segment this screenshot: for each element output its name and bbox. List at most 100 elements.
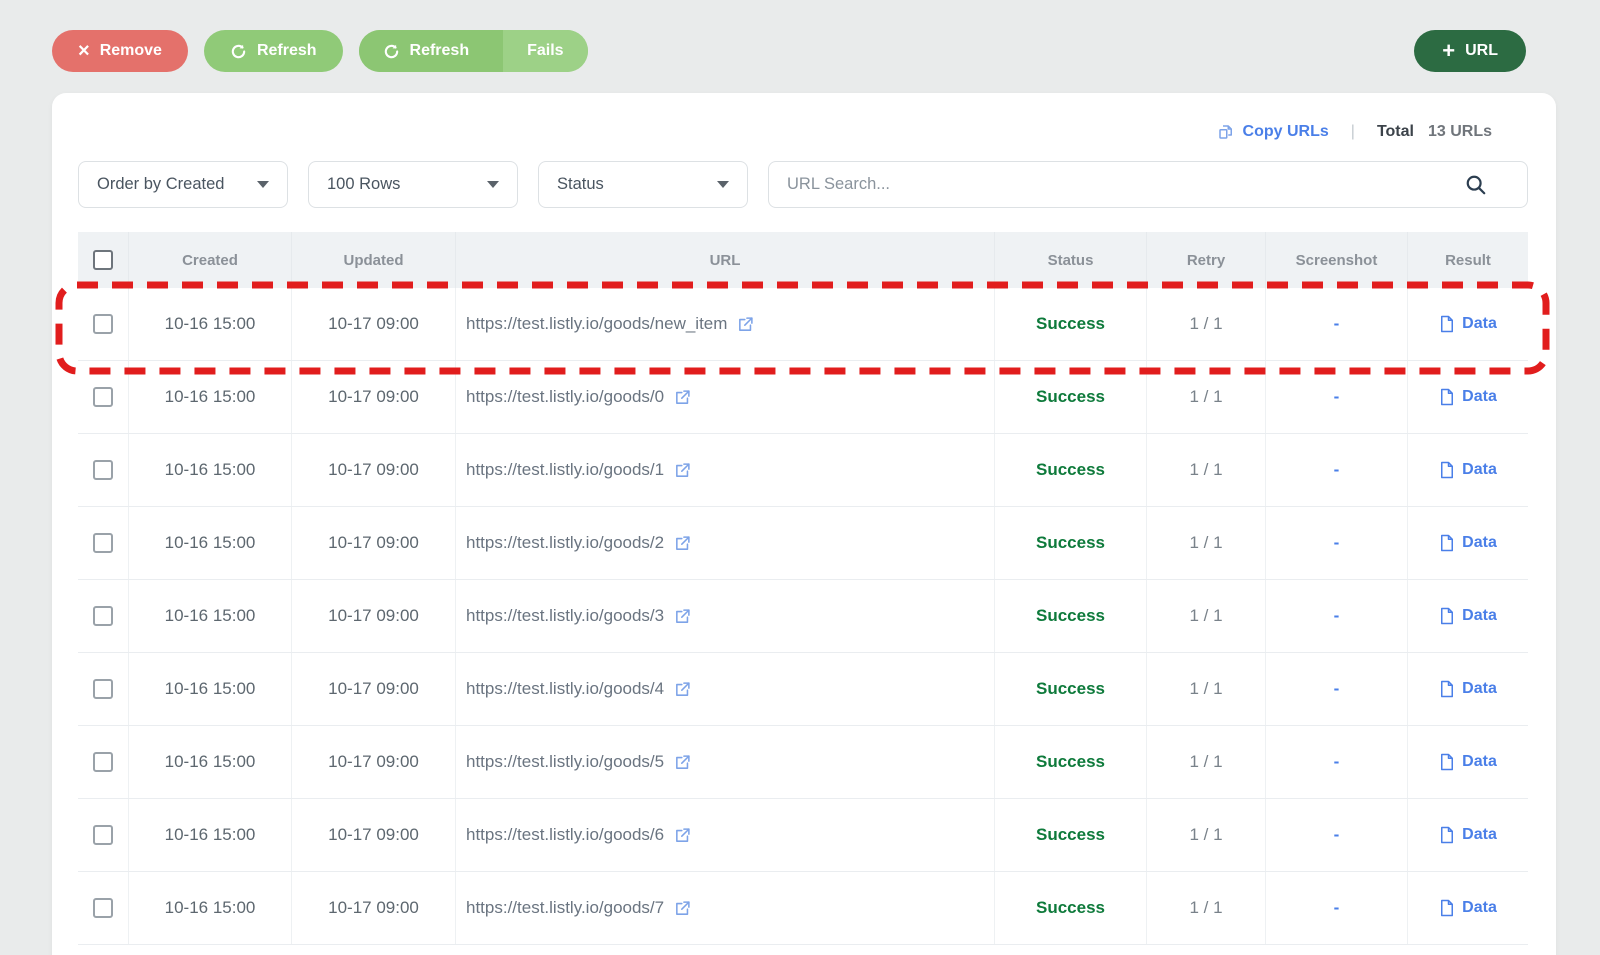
url-text: https://test.listly.io/goods/6: [466, 825, 664, 845]
refresh-fails-refresh-segment[interactable]: Refresh: [359, 30, 494, 72]
cell-status: Success: [995, 361, 1147, 433]
cell-result[interactable]: Data: [1408, 799, 1528, 871]
refresh-fails-button[interactable]: Refresh Fails: [359, 30, 588, 72]
document-icon: [1439, 388, 1455, 406]
cell-screenshot[interactable]: -: [1266, 726, 1408, 798]
result-link-label: Data: [1462, 607, 1497, 625]
refresh-icon: [230, 43, 247, 60]
url-table: Created Updated URL Status Retry Screens…: [78, 232, 1528, 945]
table-row: 10-16 15:00 10-17 09:00 https://test.lis…: [78, 580, 1528, 653]
cell-url: https://test.listly.io/goods/4: [456, 653, 995, 725]
rows-per-page-dropdown-value: 100 Rows: [327, 175, 400, 194]
result-link-label: Data: [1462, 826, 1497, 844]
url-text: https://test.listly.io/goods/5: [466, 752, 664, 772]
table-row: 10-16 15:00 10-17 09:00 https://test.lis…: [78, 361, 1528, 434]
cell-result[interactable]: Data: [1408, 288, 1528, 360]
copy-urls-link[interactable]: Copy URLs: [1217, 123, 1329, 141]
result-link-label: Data: [1462, 753, 1497, 771]
cell-retry: 1 / 1: [1147, 872, 1266, 944]
external-link-icon[interactable]: [737, 316, 754, 333]
cell-created: 10-16 15:00: [129, 872, 292, 944]
url-list-card: Copy URLs | Total 13 URLs Order by Creat…: [52, 93, 1556, 955]
select-all-checkbox[interactable]: [93, 250, 113, 270]
toolbar-left-group: × Remove Refresh Refresh Fails: [52, 30, 588, 72]
table-body: 10-16 15:00 10-17 09:00 https://test.lis…: [78, 288, 1528, 945]
header-select-all: [78, 232, 129, 288]
cell-status: Success: [995, 799, 1147, 871]
cell-result[interactable]: Data: [1408, 872, 1528, 944]
order-by-dropdown[interactable]: Order by Created: [78, 161, 288, 208]
cell-status: Success: [995, 580, 1147, 652]
document-icon: [1439, 534, 1455, 552]
cell-status: Success: [995, 653, 1147, 725]
cell-url: https://test.listly.io/goods/7: [456, 872, 995, 944]
cell-screenshot[interactable]: -: [1266, 361, 1408, 433]
row-checkbox[interactable]: [93, 679, 113, 699]
cell-screenshot[interactable]: -: [1266, 580, 1408, 652]
row-checkbox[interactable]: [93, 898, 113, 918]
chevron-down-icon: [257, 181, 269, 188]
cell-screenshot[interactable]: -: [1266, 288, 1408, 360]
rows-per-page-dropdown[interactable]: 100 Rows: [308, 161, 518, 208]
row-checkbox[interactable]: [93, 825, 113, 845]
result-link-label: Data: [1462, 899, 1497, 917]
add-url-button[interactable]: + URL: [1414, 30, 1526, 72]
external-link-icon[interactable]: [674, 681, 691, 698]
cell-screenshot[interactable]: -: [1266, 434, 1408, 506]
cell-screenshot[interactable]: -: [1266, 872, 1408, 944]
copy-icon: [1217, 123, 1235, 141]
row-checkbox[interactable]: [93, 752, 113, 772]
url-text: https://test.listly.io/goods/new_item: [466, 314, 727, 334]
cell-screenshot[interactable]: -: [1266, 507, 1408, 579]
external-link-icon[interactable]: [674, 462, 691, 479]
header-result: Result: [1408, 232, 1528, 288]
cell-retry: 1 / 1: [1147, 726, 1266, 798]
status-dropdown[interactable]: Status: [538, 161, 748, 208]
refresh-button[interactable]: Refresh: [204, 30, 343, 72]
document-icon: [1439, 461, 1455, 479]
remove-button[interactable]: × Remove: [52, 30, 188, 72]
table-row: 10-16 15:00 10-17 09:00 https://test.lis…: [78, 434, 1528, 507]
url-text: https://test.listly.io/goods/4: [466, 679, 664, 699]
external-link-icon[interactable]: [674, 827, 691, 844]
cell-result[interactable]: Data: [1408, 580, 1528, 652]
search-icon[interactable]: [1465, 174, 1487, 196]
cell-created: 10-16 15:00: [129, 288, 292, 360]
cell-select: [78, 288, 129, 360]
refresh-fails-fails-label: Fails: [527, 42, 563, 60]
table-row: 10-16 15:00 10-17 09:00 https://test.lis…: [78, 726, 1528, 799]
url-search-box[interactable]: [768, 161, 1528, 208]
filter-bar: Order by Created 100 Rows Status: [78, 161, 1528, 208]
external-link-icon[interactable]: [674, 535, 691, 552]
external-link-icon[interactable]: [674, 900, 691, 917]
plus-icon: +: [1442, 40, 1455, 62]
status-dropdown-value: Status: [557, 175, 604, 194]
row-checkbox[interactable]: [93, 606, 113, 626]
cell-result[interactable]: Data: [1408, 361, 1528, 433]
cell-select: [78, 580, 129, 652]
cell-result[interactable]: Data: [1408, 507, 1528, 579]
cell-updated: 10-17 09:00: [292, 434, 456, 506]
result-link-label: Data: [1462, 315, 1497, 333]
cell-created: 10-16 15:00: [129, 799, 292, 871]
table-header-row: Created Updated URL Status Retry Screens…: [78, 232, 1528, 288]
url-search-input[interactable]: [787, 175, 1465, 194]
row-checkbox[interactable]: [93, 314, 113, 334]
cell-screenshot[interactable]: -: [1266, 653, 1408, 725]
external-link-icon[interactable]: [674, 754, 691, 771]
refresh-fails-fails-segment[interactable]: Fails: [503, 30, 587, 72]
url-text: https://test.listly.io/goods/1: [466, 460, 664, 480]
external-link-icon[interactable]: [674, 389, 691, 406]
result-link-label: Data: [1462, 680, 1497, 698]
external-link-icon[interactable]: [674, 608, 691, 625]
cell-result[interactable]: Data: [1408, 726, 1528, 798]
row-checkbox[interactable]: [93, 387, 113, 407]
header-screenshot: Screenshot: [1266, 232, 1408, 288]
cell-result[interactable]: Data: [1408, 653, 1528, 725]
row-checkbox[interactable]: [93, 460, 113, 480]
document-icon: [1439, 753, 1455, 771]
cell-result[interactable]: Data: [1408, 434, 1528, 506]
row-checkbox[interactable]: [93, 533, 113, 553]
cell-screenshot[interactable]: -: [1266, 799, 1408, 871]
result-link-label: Data: [1462, 534, 1497, 552]
